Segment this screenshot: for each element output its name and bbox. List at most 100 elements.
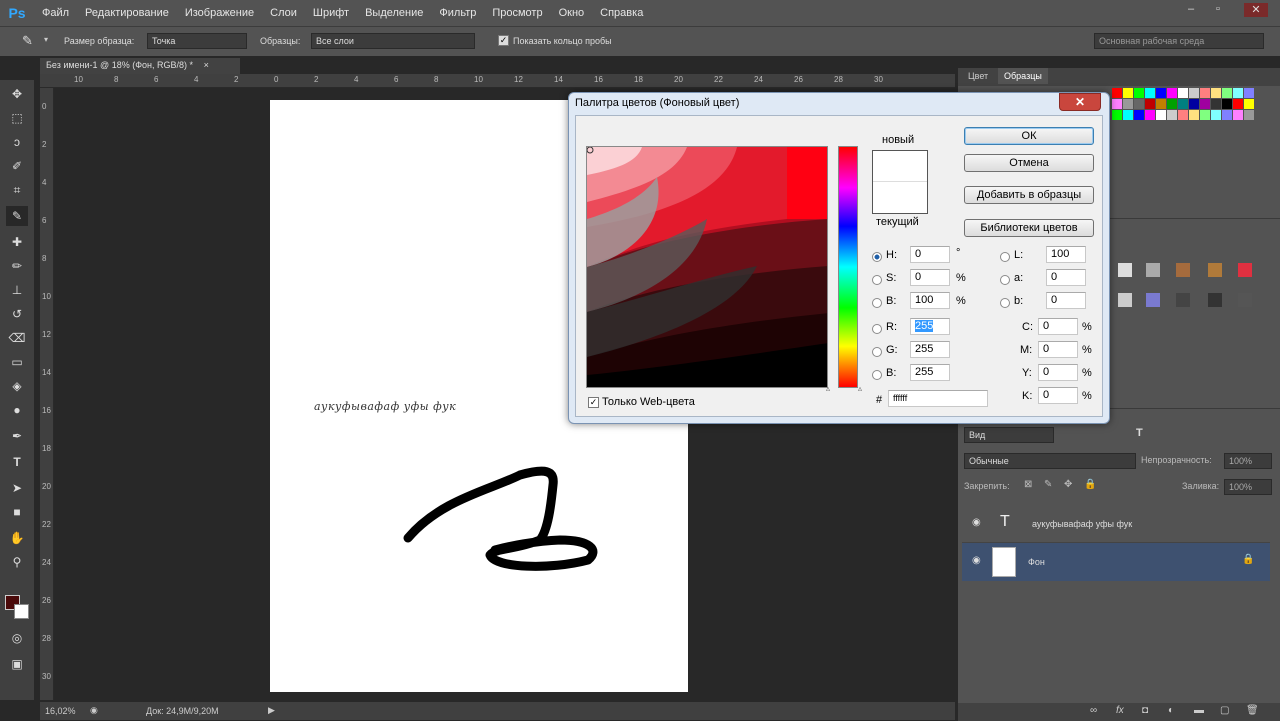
lab-b-input[interactable]: 0	[1046, 292, 1086, 309]
zoom-tool-icon[interactable]: ⚲	[6, 552, 28, 572]
type-tool-icon[interactable]: T	[6, 452, 28, 472]
g-radio[interactable]	[872, 347, 882, 357]
crop-tool-icon[interactable]: ⌗	[6, 180, 28, 200]
swatch-cell[interactable]	[1200, 99, 1210, 109]
swatch-cell[interactable]	[1189, 110, 1199, 120]
swatch-cell[interactable]	[1134, 88, 1144, 98]
adjustment-bw-icon[interactable]	[1176, 293, 1190, 307]
g-input[interactable]: 255	[910, 341, 950, 358]
swatch-cell[interactable]	[1112, 99, 1122, 109]
status-menu-arrow-icon[interactable]: ▶	[268, 705, 275, 716]
tab-color[interactable]: Цвет	[962, 68, 994, 84]
document-tab[interactable]: Без имени-1 @ 18% (Фон, RGB/8) * ×	[40, 58, 240, 74]
swatch-cell[interactable]	[1123, 88, 1133, 98]
h-input[interactable]: 0	[910, 246, 950, 263]
swatch-cell[interactable]	[1244, 88, 1254, 98]
quick-select-tool-icon[interactable]: ✐	[6, 156, 28, 176]
link-layers-icon[interactable]: ∞	[1090, 705, 1097, 716]
swatch-cell[interactable]	[1178, 88, 1188, 98]
swatch-cell[interactable]	[1178, 110, 1188, 120]
delete-layer-icon[interactable]: 🗑	[1246, 705, 1259, 716]
move-tool-icon[interactable]: ✥	[6, 84, 28, 104]
swatch-cell[interactable]	[1167, 110, 1177, 120]
close-window-button[interactable]: ✕	[1244, 3, 1268, 17]
b-radio[interactable]	[872, 298, 882, 308]
swatch-cell[interactable]	[1145, 110, 1155, 120]
b-input[interactable]: 100	[910, 292, 950, 309]
y-input[interactable]: 0	[1038, 364, 1078, 381]
swatch-cell[interactable]	[1167, 88, 1177, 98]
tool-preset-chevron-icon[interactable]: ▾	[44, 35, 48, 44]
swatch-cell[interactable]	[1211, 99, 1221, 109]
new-adjustment-icon[interactable]: ◐	[1168, 705, 1174, 716]
healing-brush-tool-icon[interactable]: ✚	[6, 232, 28, 252]
swatch-cell[interactable]	[1222, 88, 1232, 98]
adjustment-exposure-icon[interactable]	[1208, 263, 1222, 277]
eraser-tool-icon[interactable]: ⌫	[6, 328, 28, 348]
workspace-select[interactable]: Основная рабочая среда	[1094, 33, 1264, 49]
layer-kind-filter[interactable]: Вид	[964, 427, 1054, 443]
color-field[interactable]	[586, 146, 828, 388]
gradient-tool-icon[interactable]: ▭	[6, 352, 28, 372]
add-mask-icon[interactable]: ◘	[1142, 705, 1148, 716]
background-color-swatch[interactable]	[14, 604, 29, 619]
layer-name[interactable]: Фон	[1028, 557, 1045, 567]
swatch-cell[interactable]	[1134, 110, 1144, 120]
brush-tool-icon[interactable]: ✏	[6, 256, 28, 276]
a-radio[interactable]	[1000, 275, 1010, 285]
layer-row-background[interactable]: ◉ Фон 🔒	[962, 543, 1270, 581]
dialog-close-button[interactable]: ✕	[1059, 93, 1101, 111]
swatch-cell[interactable]	[1178, 99, 1188, 109]
adjustment-mixer-icon[interactable]	[1238, 293, 1252, 307]
blend-mode-select[interactable]: Обычные	[964, 453, 1136, 469]
swatch-cell[interactable]	[1222, 110, 1232, 120]
add-to-swatches-button[interactable]: Добавить в образцы	[964, 186, 1094, 204]
menu-edit[interactable]: Редактирование	[77, 7, 177, 19]
swatch-cell[interactable]	[1211, 110, 1221, 120]
quick-mask-icon[interactable]: ◎	[6, 628, 28, 648]
swatch-cell[interactable]	[1233, 88, 1243, 98]
ok-button[interactable]: ОК	[964, 127, 1094, 145]
adjustment-vibrance-icon[interactable]	[1238, 263, 1252, 277]
swatch-cell[interactable]	[1200, 110, 1210, 120]
visibility-eye-icon[interactable]: ◉	[972, 555, 981, 566]
hand-tool-icon[interactable]: ✋	[6, 528, 28, 548]
fill-input[interactable]: 100%	[1224, 479, 1272, 495]
swatch-cell[interactable]	[1222, 99, 1232, 109]
lock-position-icon[interactable]: ✥	[1064, 479, 1072, 490]
adjustment-levels-icon[interactable]	[1146, 263, 1160, 277]
blue-radio[interactable]	[872, 370, 882, 380]
lock-transparent-icon[interactable]: ⊠	[1024, 479, 1032, 490]
eyedropper-tool-icon[interactable]: ✎	[6, 206, 28, 226]
l-input[interactable]: 100	[1046, 246, 1086, 263]
swatch-cell[interactable]	[1211, 88, 1221, 98]
hue-slider-handle-right-icon[interactable]: ▵	[858, 384, 862, 393]
pen-tool-icon[interactable]: ✒	[6, 426, 28, 446]
swatches-grid[interactable]	[1112, 88, 1262, 138]
a-input[interactable]: 0	[1046, 269, 1086, 286]
eyedropper-icon[interactable]: ✎	[22, 33, 33, 49]
hue-slider-handle-left-icon[interactable]: ▵	[826, 384, 830, 393]
m-input[interactable]: 0	[1038, 341, 1078, 358]
tab-close-icon[interactable]: ×	[204, 60, 209, 70]
layer-style-icon[interactable]: fx	[1116, 705, 1124, 716]
minimize-button[interactable]: –	[1183, 3, 1199, 17]
swatch-cell[interactable]	[1244, 110, 1254, 120]
k-input[interactable]: 0	[1038, 387, 1078, 404]
adjustment-hsl-icon[interactable]	[1118, 293, 1132, 307]
lasso-tool-icon[interactable]: ↄ	[6, 132, 28, 152]
s-input[interactable]: 0	[910, 269, 950, 286]
web-only-checkbox[interactable]: ✓	[588, 397, 599, 408]
restore-button[interactable]: ▫	[1210, 3, 1226, 17]
filter-type-icon[interactable]: T	[1136, 427, 1143, 439]
swatch-cell[interactable]	[1189, 88, 1199, 98]
swatch-cell[interactable]	[1112, 88, 1122, 98]
r-input[interactable]: 255	[910, 318, 950, 335]
swatch-cell[interactable]	[1134, 99, 1144, 109]
samples-select[interactable]: Все слои	[311, 33, 475, 49]
lock-pixels-icon[interactable]: ✎	[1044, 479, 1052, 490]
visibility-eye-icon[interactable]: ◉	[972, 517, 981, 528]
adjustment-color-balance-icon[interactable]	[1146, 293, 1160, 307]
blue-input[interactable]: 255	[910, 364, 950, 381]
tab-swatches[interactable]: Образцы	[998, 68, 1048, 84]
